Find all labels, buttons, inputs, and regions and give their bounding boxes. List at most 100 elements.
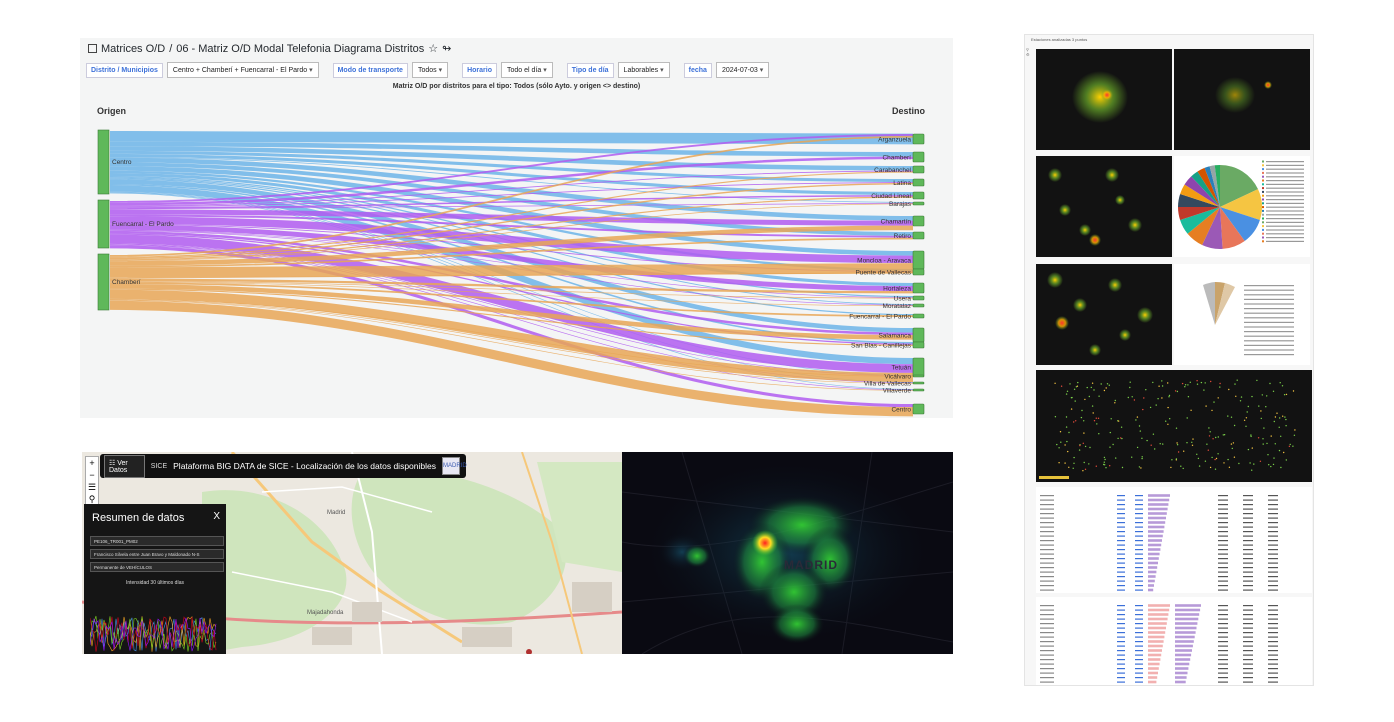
- map-label-majadahonda: Majadahonda: [307, 610, 344, 616]
- legend-swatch: [1262, 190, 1264, 193]
- map-point: [1121, 437, 1123, 440]
- layers-icon[interactable]: ☰: [86, 481, 98, 493]
- map-point: [1109, 465, 1111, 467]
- map-point: [1219, 386, 1221, 388]
- map-point: [1168, 396, 1170, 398]
- map-point: [1207, 449, 1209, 451]
- map-point: [1095, 465, 1097, 467]
- map-point: [1174, 390, 1177, 392]
- map-point: [1082, 470, 1084, 472]
- map-point: [1065, 416, 1068, 418]
- map-point: [1141, 457, 1143, 460]
- map-point: [1056, 443, 1058, 446]
- map-point: [1282, 415, 1284, 417]
- legend-swatch: [1262, 164, 1264, 167]
- destination-node: [912, 178, 925, 187]
- map-point: [1236, 379, 1238, 381]
- legend-entry: [1244, 331, 1294, 333]
- map-point: [1152, 433, 1155, 435]
- map-point: [1084, 445, 1087, 448]
- map-point: [1143, 397, 1145, 399]
- map-point: [1200, 381, 1203, 384]
- legend-swatch: [1262, 160, 1264, 163]
- map-point: [1205, 405, 1207, 407]
- legend-entry: [1266, 214, 1304, 216]
- legend-swatch: [1262, 225, 1264, 228]
- map-point: [1141, 456, 1143, 458]
- summary-field-location: Francisco Silvela entre Juan Bravo y Mal…: [90, 549, 224, 559]
- map-point: [1058, 462, 1060, 464]
- map-point: [1088, 395, 1090, 398]
- destination-label: Latina: [893, 180, 911, 187]
- map-point: [1110, 418, 1112, 420]
- legend-entry: [1244, 312, 1294, 314]
- map-point: [1100, 383, 1102, 385]
- map-point: [1292, 445, 1294, 447]
- map-point: [1175, 458, 1178, 460]
- map-point: [1067, 450, 1069, 453]
- map-point: [1073, 388, 1076, 390]
- legend-entry: [1244, 354, 1294, 356]
- map-point: [1073, 462, 1075, 464]
- close-icon[interactable]: X: [213, 511, 220, 522]
- destination-label: Arganzuela: [878, 137, 911, 144]
- map-point: [1239, 400, 1242, 402]
- map-point: [1066, 440, 1068, 443]
- origin-label: Centro: [112, 159, 132, 166]
- map-point: [1084, 398, 1086, 401]
- destination-label: Barajas: [889, 201, 912, 208]
- map-point: [1084, 468, 1087, 470]
- legend-entry: [1266, 191, 1304, 193]
- map-point: [1227, 458, 1229, 461]
- map-point: [1073, 456, 1075, 459]
- map-point: [1213, 401, 1215, 403]
- zoom-in-button[interactable]: +: [86, 457, 98, 469]
- map-point: [1182, 467, 1184, 470]
- map-point: [1093, 389, 1095, 391]
- map-point: [1165, 420, 1167, 422]
- map-point: [1196, 453, 1198, 455]
- map-point: [1203, 389, 1205, 391]
- zoom-out-button[interactable]: −: [86, 469, 98, 481]
- map-point: [1283, 451, 1285, 454]
- map-point: [1058, 447, 1060, 449]
- map-point: [1059, 431, 1062, 433]
- map-point: [1176, 390, 1179, 393]
- map-point: [1251, 469, 1253, 471]
- legend-entry: [1266, 180, 1304, 182]
- map-point: [1247, 448, 1250, 451]
- map-point: [1088, 463, 1090, 465]
- destination-label: Carabanchel: [874, 167, 911, 174]
- summary-field-id: PE106_TR001_PM02: [90, 536, 224, 546]
- map-point: [1245, 425, 1247, 427]
- map-point: [1079, 444, 1081, 447]
- legend-entry: [1244, 349, 1294, 351]
- legend-swatch: [1262, 228, 1264, 231]
- heatmap-panel[interactable]: MADRID: [622, 452, 953, 654]
- map-point: [1230, 416, 1233, 418]
- map-point: [1235, 395, 1237, 397]
- map-point: [1228, 388, 1230, 391]
- destination-node: [912, 215, 925, 227]
- legend-swatch: [1262, 202, 1264, 205]
- map-point: [1189, 381, 1191, 383]
- map-point: [1262, 438, 1264, 440]
- legend-swatch: [1262, 236, 1264, 239]
- map-point: [1145, 389, 1147, 391]
- destination-label: Centro: [891, 407, 911, 414]
- map-point: [1090, 386, 1092, 389]
- map-point: [1292, 390, 1295, 392]
- map-point: [1109, 431, 1111, 434]
- ver-datos-button[interactable]: ☷ Ver Datos: [104, 454, 145, 478]
- legend-entry: [1266, 168, 1304, 170]
- map-point: [1089, 446, 1091, 449]
- destination-label: Villaverde: [883, 388, 912, 395]
- map-point: [1075, 386, 1078, 388]
- legend-entry: [1266, 218, 1304, 220]
- legend-entry: [1266, 172, 1304, 174]
- legend-entry: [1266, 210, 1304, 212]
- map-point: [1238, 462, 1240, 465]
- map-point: [1215, 457, 1218, 460]
- legend-entry: [1266, 199, 1304, 201]
- map-point: [1260, 417, 1262, 420]
